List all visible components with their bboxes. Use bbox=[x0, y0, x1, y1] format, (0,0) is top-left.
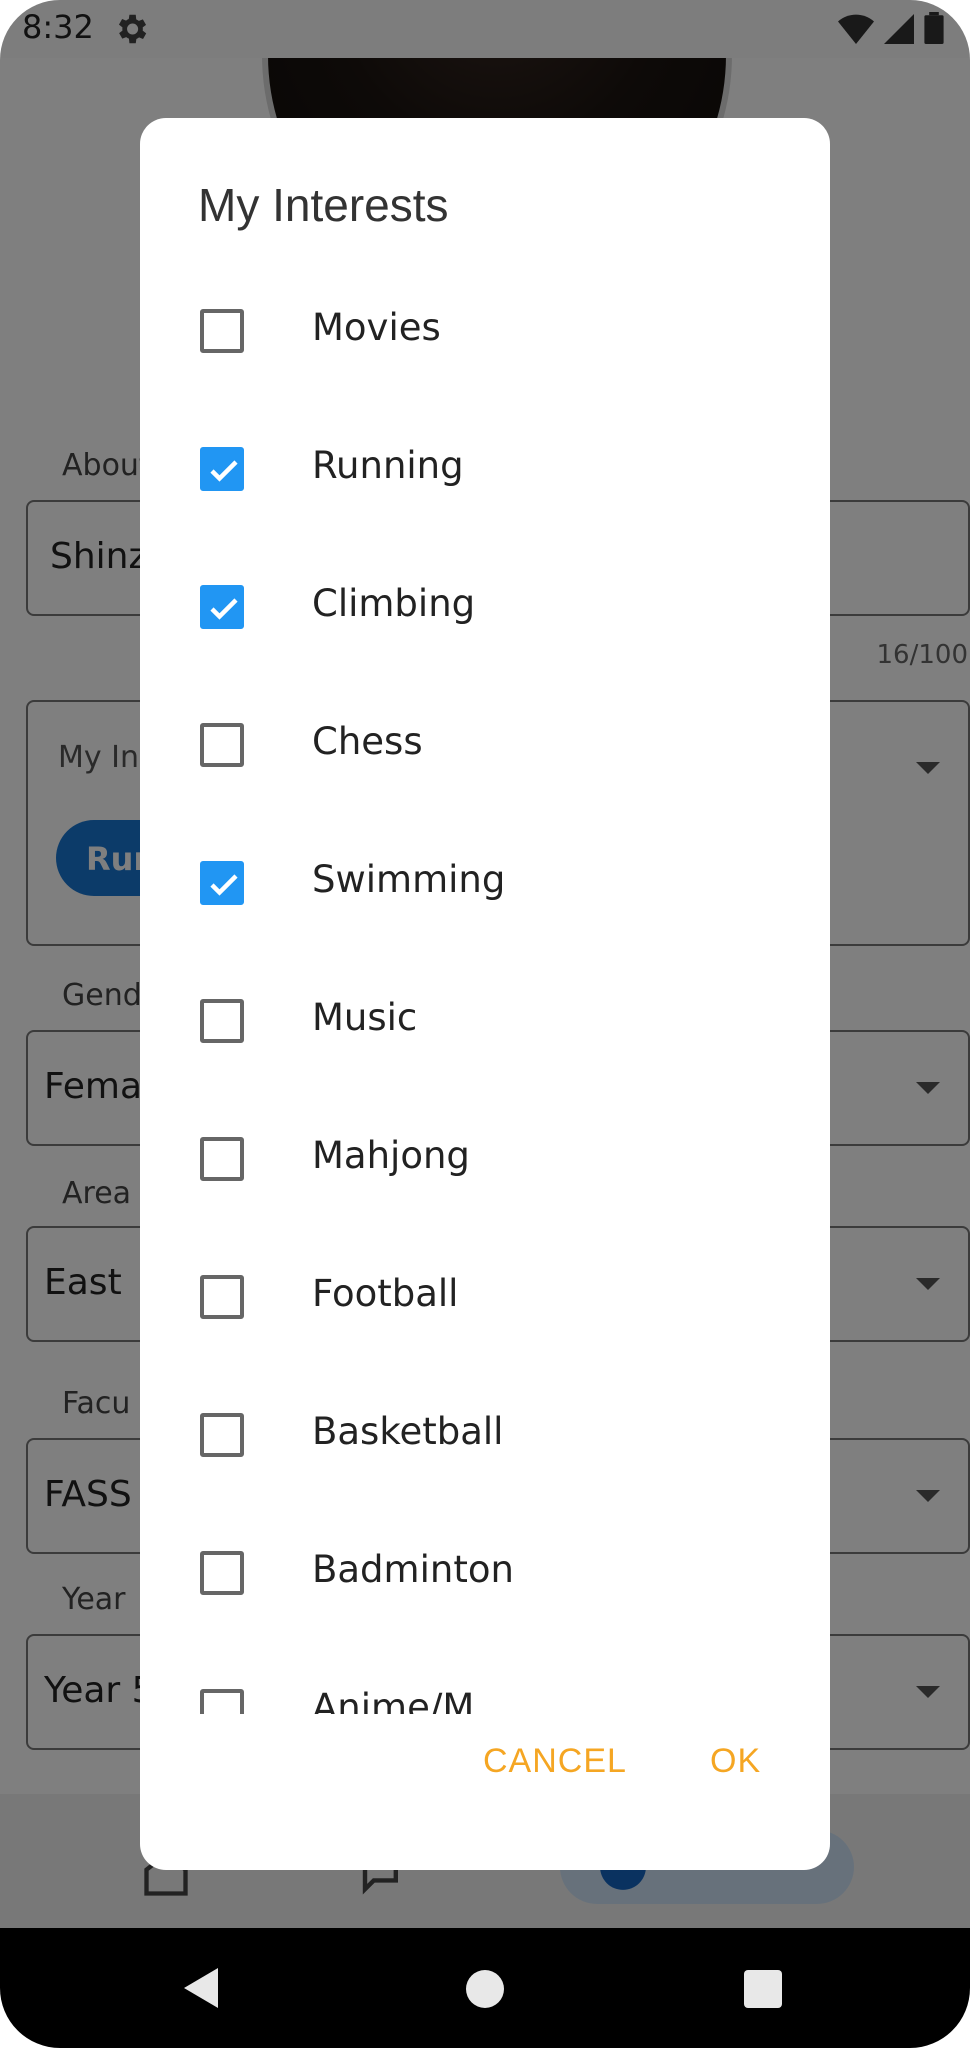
checkbox[interactable] bbox=[200, 861, 244, 905]
interest-item-basketball[interactable]: Basketball bbox=[140, 1368, 830, 1506]
dialog-title: My Interests bbox=[198, 179, 449, 231]
checkbox[interactable] bbox=[200, 999, 244, 1043]
interest-item-chess[interactable]: Chess bbox=[140, 678, 830, 816]
check-icon bbox=[210, 460, 238, 482]
screen: 8:32 About Shinz 16/100 My In Run Gend F… bbox=[0, 0, 970, 2048]
checkbox[interactable] bbox=[200, 309, 244, 353]
check-icon bbox=[210, 598, 238, 620]
interest-label: Music bbox=[312, 996, 418, 1039]
checkbox[interactable] bbox=[200, 723, 244, 767]
interest-item-climbing[interactable]: Climbing bbox=[140, 540, 830, 678]
interest-item-music[interactable]: Music bbox=[140, 954, 830, 1092]
interest-item-badminton[interactable]: Badminton bbox=[140, 1506, 830, 1644]
interest-label: Chess bbox=[312, 720, 423, 763]
interests-list[interactable]: Movies Running Climbing Chess Swimming Music M… bbox=[140, 264, 830, 1714]
ok-button[interactable]: OK bbox=[710, 1742, 761, 1781]
interest-label: Basketball bbox=[312, 1410, 504, 1453]
interest-item-football[interactable]: Football bbox=[140, 1230, 830, 1368]
interest-item-movies[interactable]: Movies bbox=[140, 264, 830, 402]
interest-item-anime-m[interactable]: Anime/M bbox=[140, 1644, 830, 1714]
interest-label: Climbing bbox=[312, 582, 476, 625]
interest-item-running[interactable]: Running bbox=[140, 402, 830, 540]
checkbox[interactable] bbox=[200, 447, 244, 491]
interest-item-swimming[interactable]: Swimming bbox=[140, 816, 830, 954]
checkbox[interactable] bbox=[200, 1413, 244, 1457]
interest-label: Running bbox=[312, 444, 464, 487]
checkbox[interactable] bbox=[200, 585, 244, 629]
dialog-actions: CANCEL OK bbox=[140, 1728, 830, 1828]
back-icon[interactable] bbox=[184, 1968, 218, 2008]
interest-label: Mahjong bbox=[312, 1134, 470, 1177]
home-icon[interactable] bbox=[466, 1970, 504, 2008]
checkbox[interactable] bbox=[200, 1137, 244, 1181]
interest-label: Movies bbox=[312, 306, 441, 349]
interest-item-mahjong[interactable]: Mahjong bbox=[140, 1092, 830, 1230]
check-icon bbox=[210, 874, 238, 896]
checkbox[interactable] bbox=[200, 1275, 244, 1319]
interest-label: Football bbox=[312, 1272, 459, 1315]
interest-label: Anime/M bbox=[312, 1686, 475, 1714]
cancel-button[interactable]: CANCEL bbox=[483, 1742, 627, 1781]
recent-apps-icon[interactable] bbox=[744, 1970, 782, 2008]
checkbox[interactable] bbox=[200, 1689, 244, 1714]
checkbox[interactable] bbox=[200, 1551, 244, 1595]
interest-label: Swimming bbox=[312, 858, 506, 901]
interest-label: Badminton bbox=[312, 1548, 514, 1591]
interests-dialog: My Interests Movies Running Climbing Chess S… bbox=[140, 118, 830, 1870]
